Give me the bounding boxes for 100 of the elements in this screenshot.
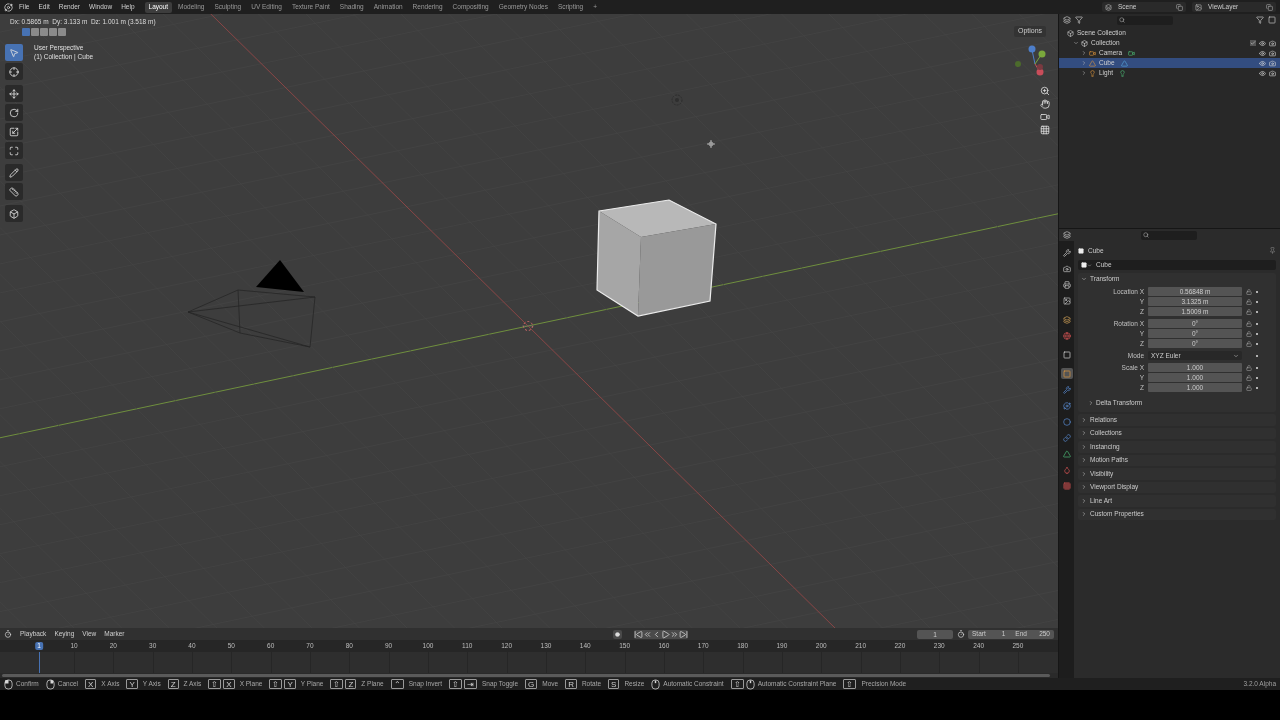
zoom-icon[interactable] [1040, 86, 1050, 96]
tool-button[interactable] [5, 142, 23, 159]
caret-icon [1088, 400, 1094, 406]
triangle-icon [1062, 449, 1071, 458]
tool-button[interactable] [5, 164, 23, 181]
property-tab[interactable] [1060, 279, 1073, 290]
layers-icon [1062, 315, 1071, 324]
camera-icon[interactable] [1040, 112, 1050, 122]
tool-button[interactable] [5, 123, 23, 140]
search-field[interactable] [1141, 230, 1197, 240]
property-tab[interactable] [1060, 368, 1073, 379]
pencil-icon [9, 167, 19, 178]
square-icon [1062, 369, 1071, 378]
scrollbar[interactable] [2, 674, 1050, 677]
move-arrows-icon [706, 139, 716, 149]
grid-icon[interactable] [1040, 125, 1050, 135]
image-icon [1195, 3, 1202, 11]
property-tab[interactable] [1060, 416, 1073, 427]
property-tab[interactable] [1060, 400, 1073, 411]
caret-icon[interactable] [1081, 70, 1087, 76]
property-tab[interactable] [1060, 314, 1073, 325]
tool-button[interactable] [5, 205, 23, 222]
circle-icon [1062, 417, 1071, 426]
camera-icon [1089, 49, 1096, 57]
key-cap: G [525, 679, 538, 689]
record-button[interactable] [613, 629, 623, 639]
property-tab[interactable] [1060, 384, 1073, 395]
key-cap: ⇧ [269, 679, 283, 689]
key-cap: ⇧ [730, 679, 744, 689]
camera-icon[interactable] [1269, 69, 1276, 77]
key-cap: ⇧ [843, 679, 857, 689]
lightbulb-icon [1089, 69, 1096, 77]
lightbulb-icon [1119, 69, 1127, 77]
lock-icon[interactable] [1246, 298, 1252, 305]
key-cap: ⇥ [463, 679, 477, 689]
record-icon [615, 631, 621, 637]
camera-icon[interactable] [1269, 39, 1276, 47]
jump-start-icon[interactable] [634, 629, 644, 639]
camera-icon[interactable] [1269, 59, 1276, 67]
filter-icon[interactable] [1256, 16, 1264, 24]
checker-icon [1062, 481, 1071, 490]
key-cap: S [608, 679, 620, 689]
search-field[interactable] [1117, 15, 1173, 25]
eye-icon[interactable] [1259, 49, 1266, 57]
play-icon[interactable] [661, 629, 671, 639]
link-icon [1062, 433, 1071, 442]
camera-icon[interactable] [1269, 49, 1276, 57]
caret-icon[interactable] [1081, 50, 1087, 56]
key-cap: ⇧ [448, 679, 462, 689]
lock-icon[interactable] [1246, 330, 1252, 337]
wrench-icon [1062, 385, 1071, 394]
eye-icon[interactable] [1259, 59, 1266, 67]
property-tab[interactable] [1060, 295, 1073, 306]
tool-button[interactable] [5, 183, 23, 200]
ruler-icon [9, 186, 19, 197]
logo-icon[interactable] [4, 2, 13, 12]
caret-icon[interactable] [1073, 40, 1079, 46]
mouse-icon [45, 678, 55, 690]
eye-icon[interactable] [1259, 39, 1266, 47]
editor-type-icon[interactable] [1063, 231, 1071, 239]
lock-icon[interactable] [1246, 308, 1252, 315]
lock-icon[interactable] [1246, 384, 1252, 391]
jump-end-icon[interactable] [679, 629, 689, 639]
stopwatch-icon[interactable] [957, 630, 965, 638]
next-key-icon[interactable] [670, 629, 680, 639]
filter-icon[interactable] [1075, 16, 1083, 24]
new-collection-icon[interactable] [1268, 16, 1276, 24]
lock-icon[interactable] [1246, 320, 1252, 327]
key-cap: ⇧ [330, 679, 344, 689]
key-cap: X [223, 679, 235, 689]
tool-button[interactable] [5, 104, 23, 121]
property-tab[interactable] [1060, 448, 1073, 459]
eye-icon[interactable] [1259, 69, 1266, 77]
square-icon [1062, 350, 1071, 359]
prev-key-icon[interactable] [643, 629, 653, 639]
scale-icon [9, 126, 19, 137]
property-tab[interactable] [1060, 247, 1073, 258]
mouse-icon [651, 678, 661, 690]
display-mode-icon[interactable] [1063, 16, 1071, 24]
search-icon [1143, 232, 1149, 238]
property-tab[interactable] [1060, 330, 1073, 341]
lock-icon[interactable] [1246, 374, 1252, 381]
checkbox-icon[interactable] [1250, 40, 1256, 46]
property-tab[interactable] [1060, 263, 1073, 274]
lock-icon[interactable] [1246, 288, 1252, 295]
triangle-icon [1120, 59, 1128, 67]
crosshair-icon [9, 66, 19, 77]
tool-button[interactable] [5, 85, 23, 102]
key-cap: X [85, 679, 97, 689]
hand-icon[interactable] [1040, 99, 1050, 109]
copy-icon[interactable] [1176, 3, 1183, 11]
image-icon [1062, 296, 1071, 305]
pin-icon[interactable] [1269, 247, 1276, 254]
copy-icon[interactable] [1266, 3, 1273, 11]
lock-icon[interactable] [1246, 364, 1252, 371]
clock-icon[interactable] [4, 630, 12, 638]
lock-icon[interactable] [1246, 340, 1252, 347]
tool-button[interactable] [5, 63, 23, 80]
wrench-icon [1062, 248, 1071, 257]
property-tab[interactable] [1060, 349, 1073, 360]
